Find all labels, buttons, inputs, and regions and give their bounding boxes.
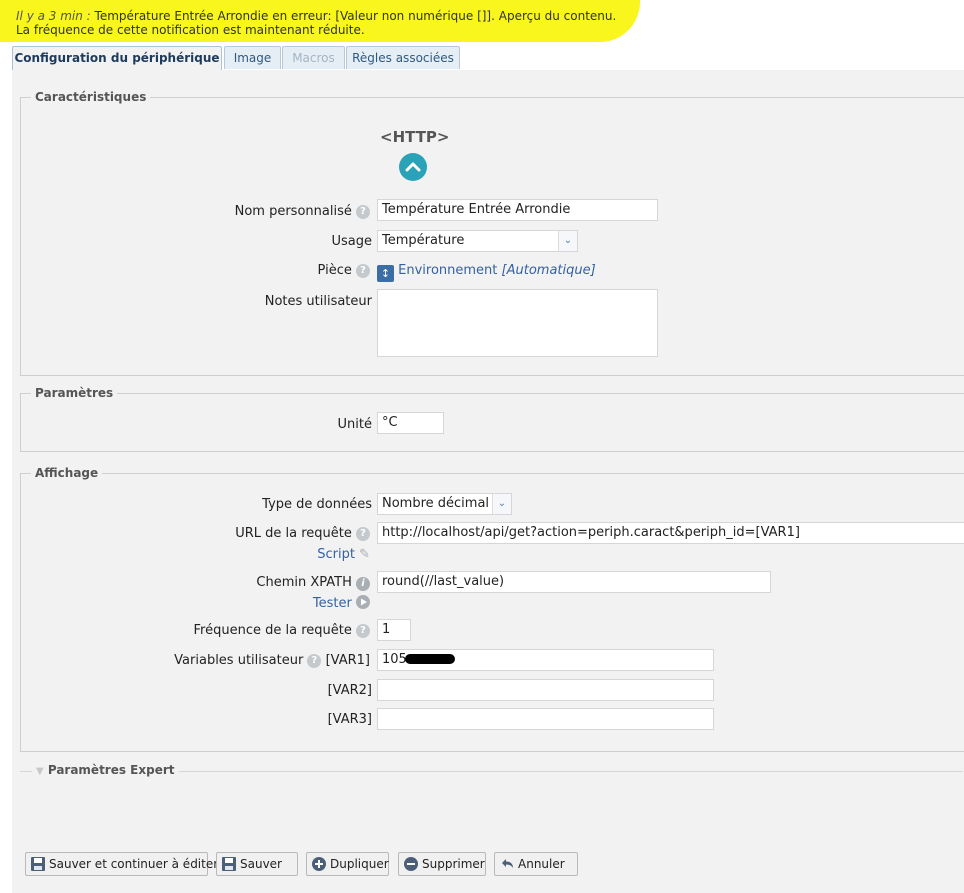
redaction-mark [404, 654, 455, 664]
cancel-label: Annuler [518, 857, 565, 871]
section-affichage-title: Affichage [35, 466, 99, 480]
datatype-value: Nombre décimal [382, 496, 490, 511]
var1-value: 105 [382, 652, 407, 667]
test-link-row[interactable]: Tester [313, 595, 370, 611]
unit-input[interactable]: °C [377, 412, 444, 434]
help-icon[interactable]: ? [356, 204, 370, 219]
tab-image[interactable]: Image [224, 46, 281, 69]
var1-label: [VAR1] [325, 653, 370, 668]
var2-input[interactable] [377, 679, 714, 701]
var3-label: [VAR3] [327, 712, 372, 727]
room-link[interactable]: Environnement [398, 263, 497, 278]
var2-label: [VAR2] [327, 683, 372, 698]
tab-rules[interactable]: Règles associées [346, 46, 460, 69]
section-parametres: Paramètres [20, 386, 964, 452]
chevron-down-icon: ⌄ [558, 231, 577, 251]
help-icon[interactable]: ? [307, 653, 322, 668]
add-icon [312, 857, 326, 871]
usage-label: Usage [331, 234, 372, 249]
xpath-label: Chemin XPATH [256, 575, 352, 590]
notes-label: Notes utilisateur [264, 294, 372, 309]
expert-toggle[interactable]: ▼ Paramètres Expert [32, 763, 179, 778]
device-type-label: <HTTP> [380, 128, 450, 146]
freq-label: Fréquence de la requête [193, 623, 352, 638]
notification-banner: Il y a 3 min : Température Entrée Arrond… [0, 0, 640, 42]
duplicate-button[interactable]: Dupliquer [306, 852, 389, 876]
delete-label: Supprimer [422, 857, 485, 871]
config-panel: Caractéristiques <HTTP> Nom personnalisé… [12, 70, 964, 893]
duplicate-label: Dupliquer [330, 857, 389, 871]
expert-title: Paramètres Expert [47, 763, 175, 777]
datatype-select[interactable]: Nombre décimal ⌄ [377, 493, 512, 515]
collapse-button[interactable] [399, 153, 427, 181]
section-parametres-title: Paramètres [35, 386, 114, 400]
tab-bar: Configuration du périphérique Image Macr… [12, 45, 964, 71]
script-link[interactable]: Script [317, 547, 355, 562]
xpath-input[interactable]: round(//last_value) [377, 571, 771, 593]
usage-select[interactable]: Température ⌄ [377, 230, 578, 252]
chevron-down-icon: ⌄ [492, 494, 511, 514]
name-label: Nom personnalisé [234, 204, 352, 219]
save-button[interactable]: Sauver [216, 852, 298, 876]
url-label-row: URL de la requête ? [235, 526, 370, 541]
notes-textarea[interactable] [377, 289, 658, 357]
tab-macros[interactable]: Macros [282, 46, 345, 69]
url-label: URL de la requête [235, 526, 352, 541]
help-icon[interactable]: ? [356, 263, 370, 278]
notification-time: Il y a 3 min [16, 9, 83, 23]
notification-line: Il y a 3 min : Température Entrée Arrond… [16, 9, 617, 23]
save-continue-label: Sauver et continuer à éditer [49, 857, 219, 871]
info-icon[interactable]: i [356, 577, 370, 591]
notification-message: Température Entrée Arrondie en erreur: [… [94, 9, 617, 23]
save-label: Sauver [240, 857, 282, 871]
room-mode-link[interactable]: [Automatique] [502, 263, 596, 278]
tab-configuration[interactable]: Configuration du périphérique [12, 46, 222, 71]
floppy-icon [31, 857, 45, 871]
floppy-icon [222, 857, 236, 871]
freq-label-row: Fréquence de la requête ? [194, 623, 370, 638]
datatype-label: Type de données [262, 497, 372, 512]
thermometer-icon: ↕ [377, 265, 394, 282]
usage-value: Température [382, 233, 465, 248]
name-label-row: Nom personnalisé ? [235, 204, 370, 219]
freq-input[interactable]: 1 [377, 619, 411, 641]
help-icon[interactable]: ? [356, 526, 370, 541]
delete-button[interactable]: Supprimer [398, 852, 486, 876]
unit-label: Unité [337, 417, 372, 432]
room-value-row: ↕ Environnement [Automatique] [377, 263, 596, 282]
name-input[interactable]: Température Entrée Arrondie [377, 199, 658, 221]
section-caracteristiques-title: Caractéristiques [35, 90, 147, 104]
var1-input[interactable]: 105 [377, 649, 714, 671]
vars-label-row: Variables utilisateur ? [VAR1] [174, 653, 370, 668]
minus-icon [404, 857, 418, 871]
triangle-down-icon: ▼ [36, 766, 44, 777]
save-continue-button[interactable]: Sauver et continuer à éditer [25, 852, 218, 876]
url-input[interactable]: http://localhost/api/get?action=periph.c… [377, 522, 964, 544]
play-icon [356, 595, 370, 609]
room-label-row: Pièce ? [318, 263, 370, 278]
chevron-up-icon [405, 162, 421, 172]
script-link-row[interactable]: Script ✎ [317, 547, 370, 562]
var3-input[interactable] [377, 708, 714, 730]
test-link[interactable]: Tester [313, 596, 352, 611]
notification-note: La fréquence de cette notification est m… [16, 23, 365, 37]
pencil-icon: ✎ [359, 547, 370, 562]
cancel-button[interactable]: Annuler [494, 852, 578, 876]
undo-icon [502, 859, 513, 868]
help-icon[interactable]: ? [356, 623, 370, 638]
room-label: Pièce [317, 263, 352, 278]
xpath-label-row: Chemin XPATH i [256, 575, 370, 591]
vars-label: Variables utilisateur [174, 653, 304, 668]
